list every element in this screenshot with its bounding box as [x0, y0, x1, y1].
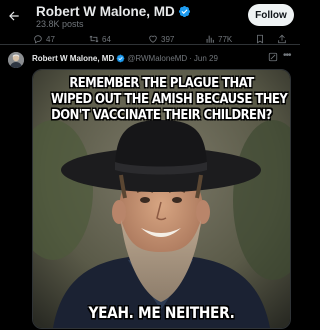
back-button[interactable]: [4, 6, 24, 26]
share-icon: [278, 34, 286, 44]
avatar-image: [8, 52, 24, 68]
meme-caption-line: REMEMBER THE PLAGUE THAT: [69, 75, 254, 91]
views-button[interactable]: 77K: [205, 30, 232, 48]
repost-icon: [89, 35, 99, 43]
arrow-left-icon: [9, 11, 19, 21]
share-button[interactable]: [277, 30, 287, 48]
reply-count: 47: [46, 34, 55, 44]
bookmark-button[interactable]: [255, 30, 265, 48]
like-count: 397: [161, 34, 175, 44]
view-count: 77K: [218, 34, 233, 44]
more-icon[interactable]: •••: [283, 50, 295, 62]
post-header: Robert W Malone, MD @RWMaloneMD · Jun 29: [32, 52, 218, 64]
follow-button[interactable]: Follow: [248, 4, 294, 26]
reply-icon: [34, 35, 42, 44]
views-chart-icon: [206, 35, 214, 43]
grok-icon[interactable]: [268, 52, 278, 62]
separator-dot: ·: [189, 53, 192, 63]
repost-count: 64: [102, 34, 111, 44]
engagement-bar: 47 64 397 77K: [0, 30, 300, 48]
heart-icon: [149, 35, 157, 43]
verified-badge-icon: [116, 54, 125, 62]
meme-caption-line: WIPED OUT THE AMISH BECAUSE THEY: [50, 91, 288, 107]
meme-bottom-caption: YEAH. ME NEITHER.: [88, 303, 235, 322]
verified-badge-icon: [178, 5, 190, 18]
profile-name: Robert W Malone, MD: [36, 4, 175, 19]
post-handle[interactable]: @RWMaloneMD: [127, 54, 187, 63]
like-button[interactable]: 397: [148, 30, 174, 48]
divider: [0, 44, 300, 45]
post-author[interactable]: Robert W Malone, MD: [32, 54, 114, 63]
post-date[interactable]: Jun 29: [194, 54, 218, 63]
bookmark-icon: [257, 34, 263, 44]
profile-name-row: Robert W Malone, MD: [36, 4, 191, 19]
reply-button[interactable]: 47: [33, 30, 55, 48]
post-count: 23.8K posts: [36, 19, 84, 29]
meme-caption-line: DON'T VACCINATE THEIR CHILDREN?: [51, 107, 272, 123]
avatar[interactable]: [8, 52, 24, 68]
post-image[interactable]: REMEMBER THE PLAGUE THAT WIPED OUT THE A…: [32, 69, 291, 329]
repost-button[interactable]: 64: [89, 30, 111, 48]
